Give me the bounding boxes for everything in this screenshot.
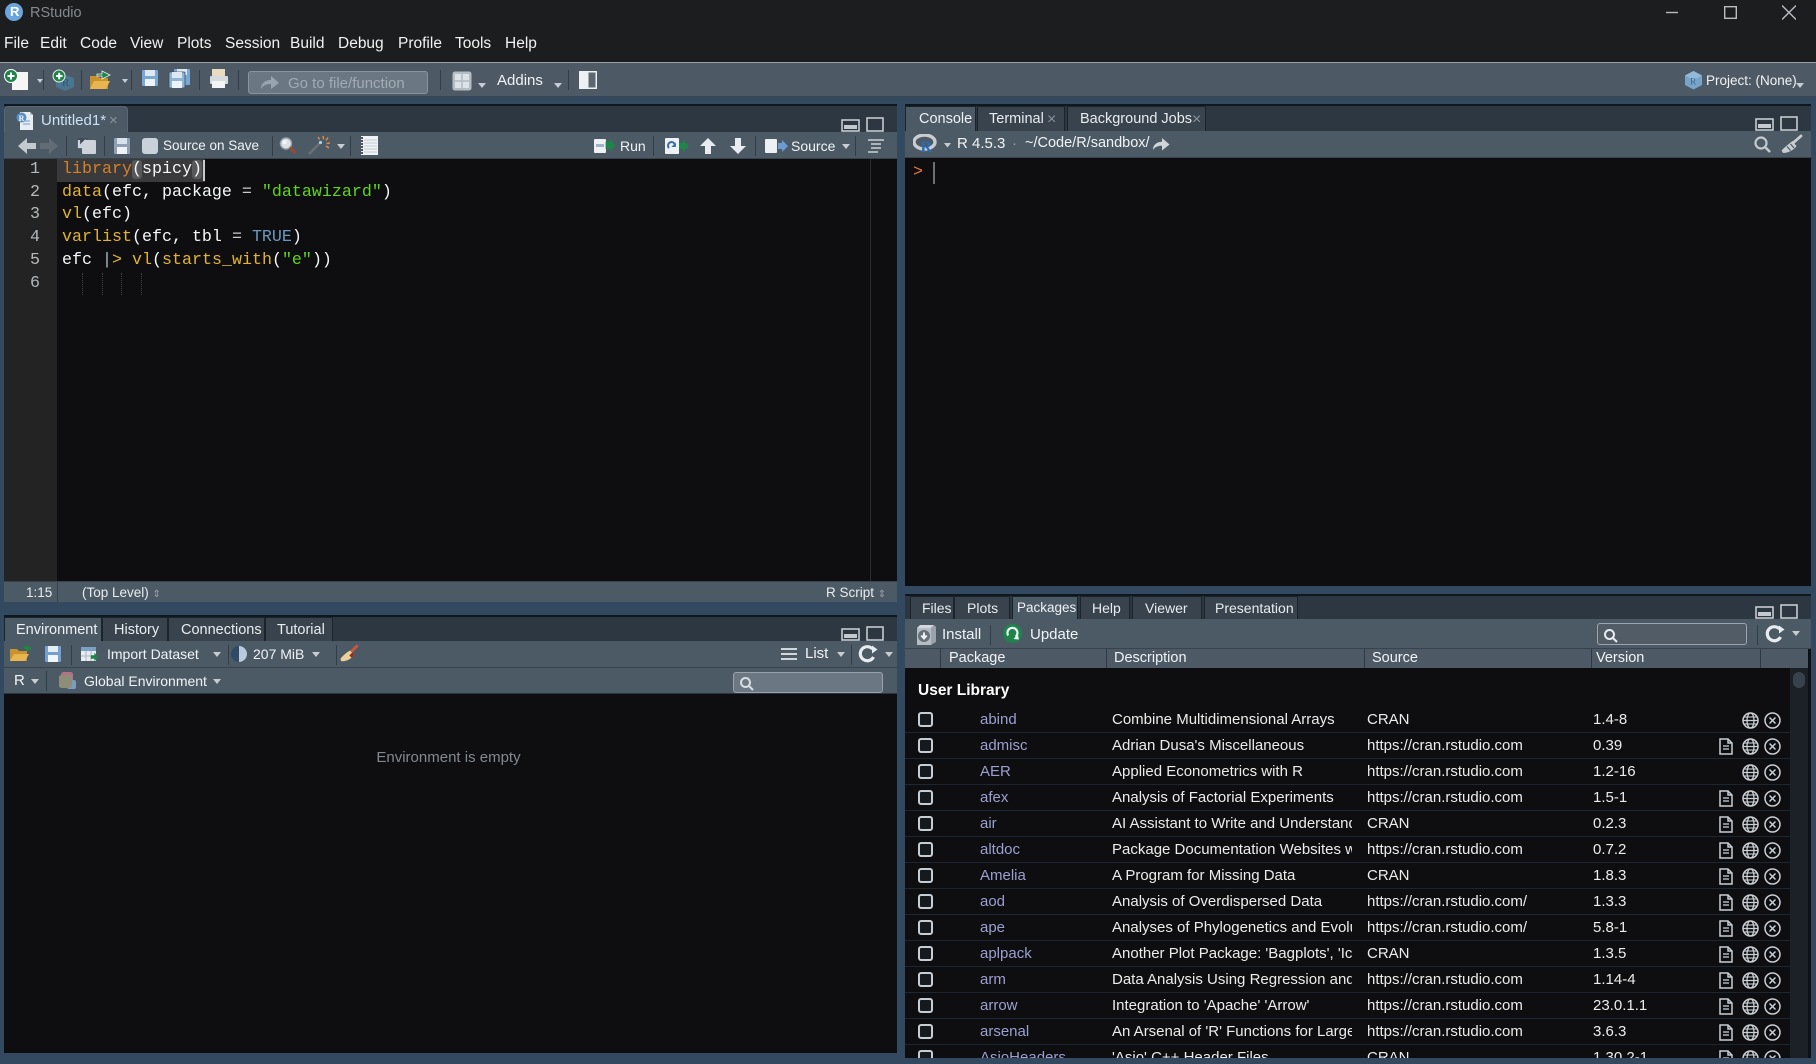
svg-text:R: R [921,139,933,155]
svg-text:R: R [19,114,25,123]
svg-text:R: R [1690,78,1697,88]
